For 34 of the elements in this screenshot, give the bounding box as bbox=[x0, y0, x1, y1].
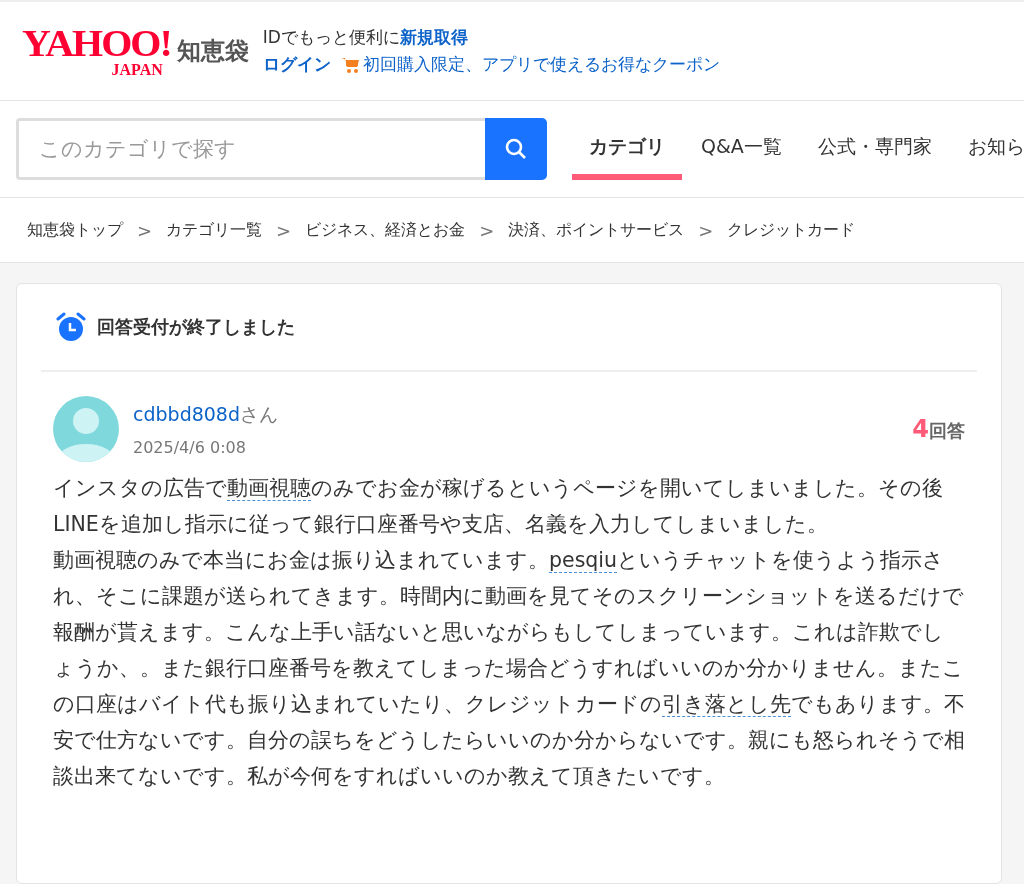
glossary-link[interactable]: pesqiu bbox=[549, 548, 617, 573]
answer-count[interactable]: 4回答 bbox=[912, 415, 965, 443]
search-icon bbox=[504, 137, 528, 161]
cart-icon bbox=[340, 55, 361, 74]
status-text: 回答受付が終了しました bbox=[97, 315, 295, 339]
search-field[interactable]: このカテゴリで探す bbox=[16, 118, 485, 180]
login-link[interactable]: ログイン bbox=[262, 53, 331, 76]
question-paragraph: 動画視聴のみで本当にお金は振り込まれています。pesqiu というチャットを使うよう指示され、そこに課題が送られてきます。時間内に動画を見てそのスクリーンショットを送るだけで報酬が貰えます。こんな上手い話ないと思いながらもしてしまっています。これは詐欺でしょうか、。また銀行口座番号を教えてしまった場合どうすればいいのか分かりません。またこの口座はバイト代も振り込まれていたり、クレジットカードの引き落とし先でもあります。不安で仕方ないです。自分の誤ちをどうしたらいいのか分からないです。親にも怒られそうで相談出来てないです。私が今何をすればいいのか教えて頂きたいです。 bbox=[53, 547, 965, 790]
logo-region: JAPAN bbox=[111, 62, 163, 78]
glossary-link[interactable]: 引き落とし先 bbox=[662, 692, 791, 717]
breadcrumb-separator: > bbox=[698, 219, 714, 241]
breadcrumb-link[interactable]: ビジネス、経済とお金 bbox=[305, 219, 466, 241]
search-button[interactable] bbox=[485, 118, 547, 180]
post-date: 2025/4/6 0:08 bbox=[133, 437, 247, 457]
nav-tab[interactable]: お知ら bbox=[950, 101, 1024, 180]
nav-tab[interactable]: カテゴリ bbox=[572, 101, 682, 180]
service-name: 知恵袋 bbox=[176, 36, 249, 67]
nav-tab[interactable]: 公式・専門家 bbox=[800, 101, 949, 180]
breadcrumb-link[interactable]: クレジットカード bbox=[727, 219, 856, 241]
breadcrumb-separator: > bbox=[276, 219, 292, 241]
nav-tab[interactable]: Q&A一覧 bbox=[684, 101, 799, 180]
coupon-link[interactable]: 初回購入限定、アプリで使えるお得なクーポン bbox=[362, 53, 720, 76]
glossary-link[interactable]: 動画視聴 bbox=[227, 476, 311, 501]
breadcrumb-link[interactable]: カテゴリ一覧 bbox=[166, 219, 263, 241]
promo-text: IDでもっと便利に bbox=[262, 26, 400, 49]
alarm-clock-icon bbox=[55, 312, 87, 342]
breadcrumb-link[interactable]: 決済、ポイントサービス bbox=[508, 219, 685, 241]
breadcrumb-separator: > bbox=[137, 219, 153, 241]
question-paragraph: インスタの広告で動画視聴のみでお金が稼げるというページを開いてしまいました。その後LINEを追加し指示に従って銀行口座番号や支店、名義を入力してしまいました。 bbox=[53, 475, 944, 538]
breadcrumb-link[interactable]: 知恵袋トップ bbox=[27, 219, 123, 241]
signup-link[interactable]: 新規取得 bbox=[399, 26, 468, 49]
breadcrumb-separator: > bbox=[479, 219, 495, 241]
user-name: cdbbd808dさん bbox=[133, 401, 279, 427]
logo-brand[interactable]: YAHOO! bbox=[22, 25, 171, 63]
